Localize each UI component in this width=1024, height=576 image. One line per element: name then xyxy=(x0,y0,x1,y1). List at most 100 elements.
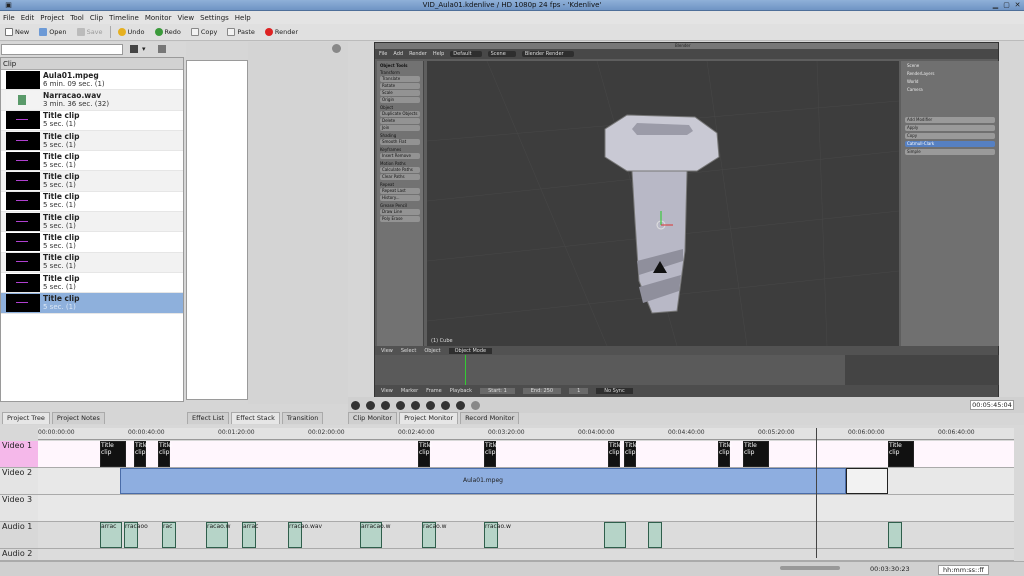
blender-modifier-button[interactable]: Add Modifier xyxy=(905,117,995,123)
zone-start-icon[interactable] xyxy=(441,400,450,410)
blender-tool-button[interactable]: Origin xyxy=(380,97,420,103)
timeline-ruler[interactable]: 00:00:00:00 00:00:40:00 00:01:20:00 00:02:0… xyxy=(38,428,1014,440)
blender-menu-file[interactable]: File xyxy=(379,51,387,57)
track-lane[interactable]: Aula01.mpeg xyxy=(38,468,1014,495)
blender-timeline[interactable] xyxy=(375,355,999,385)
track-header[interactable]: Audio 1 xyxy=(0,522,38,549)
title-clip[interactable]: Title clip xyxy=(624,441,638,467)
blender-scene-select[interactable]: Scene xyxy=(487,51,516,57)
bl-view-menu[interactable]: View xyxy=(381,348,393,354)
track-header[interactable]: Video 3 xyxy=(0,495,38,522)
redo-button[interactable]: Redo xyxy=(150,25,186,39)
bl-tl-start[interactable]: Start: 1 xyxy=(480,388,515,394)
blender-modifier-button[interactable]: Simple xyxy=(905,149,995,155)
tab-record-monitor[interactable]: Record Monitor xyxy=(460,412,520,424)
title-clip[interactable]: Title clip xyxy=(158,441,172,467)
blender-outliner-item[interactable]: Camera xyxy=(905,87,995,93)
save-button[interactable]: Save xyxy=(72,25,108,39)
forward-icon[interactable] xyxy=(426,400,435,410)
blender-tool-button[interactable]: Insert Remove xyxy=(380,153,420,159)
menu-help[interactable]: Help xyxy=(232,14,254,22)
blender-menu-add[interactable]: Add xyxy=(393,51,403,57)
monitor-timecode[interactable]: 00:05:45:04 xyxy=(970,400,1014,410)
bin-clip-row[interactable]: Title clip 5 sec. (1) xyxy=(1,252,183,273)
track-lane[interactable] xyxy=(38,549,1014,561)
bl-tl-current[interactable]: 1 xyxy=(569,388,589,394)
menu-edit[interactable]: Edit xyxy=(18,14,38,22)
previous-frame-icon[interactable] xyxy=(366,400,375,410)
audio-clip[interactable]: rracaoo xyxy=(124,522,148,548)
audio-clip[interactable]: racao.w xyxy=(422,522,447,548)
title-clip[interactable]: Title clip xyxy=(134,441,148,467)
audio-clip[interactable]: rac xyxy=(162,522,176,548)
blender-tool-button[interactable]: Smooth Flat xyxy=(380,139,420,145)
copy-button[interactable]: Copy xyxy=(186,25,223,39)
menu-clip[interactable]: Clip xyxy=(87,14,106,22)
new-button[interactable]: New xyxy=(0,25,34,39)
maximize-icon[interactable]: ▢ xyxy=(1002,1,1011,9)
bl-tl-sync[interactable]: No Sync xyxy=(596,388,633,394)
blender-layout-select[interactable]: Default xyxy=(450,51,482,57)
blender-tool-button[interactable]: Translate xyxy=(380,76,420,82)
audio-clip[interactable] xyxy=(648,522,662,548)
add-clip-icon[interactable] xyxy=(130,45,138,53)
undo-button[interactable]: Undo xyxy=(113,25,150,39)
bl-tl-view[interactable]: View xyxy=(381,388,393,394)
audio-clip[interactable]: rracao.wav xyxy=(288,522,322,548)
title-clip[interactable]: Title clip xyxy=(418,441,432,467)
paste-button[interactable]: Paste xyxy=(222,25,260,39)
app-menu-icon[interactable]: ▣ xyxy=(4,1,13,9)
minimize-icon[interactable]: ▁ xyxy=(991,1,1000,9)
track-lane[interactable]: Title clip Title clip Title clip Title clip… xyxy=(38,441,1014,468)
title-clip[interactable]: Title clip xyxy=(608,441,622,467)
bl-mode-select[interactable]: Object Mode xyxy=(448,347,493,354)
render-button[interactable]: Render xyxy=(260,25,303,39)
bin-clip-row[interactable]: Narracao.wav 3 min. 36 sec. (32) xyxy=(1,90,183,111)
audio-clip[interactable]: arracao.w xyxy=(360,522,391,548)
menu-timeline[interactable]: Timeline xyxy=(106,14,142,22)
open-button[interactable]: Open xyxy=(34,25,71,39)
bin-clip-row[interactable]: Aula01.mpeg 6 min. 09 sec. (1) xyxy=(1,70,183,91)
bin-clip-row[interactable]: Title clip 5 sec. (1) xyxy=(1,171,183,192)
title-clip[interactable]: Title clip xyxy=(484,441,498,467)
next-frame-icon[interactable] xyxy=(411,400,420,410)
bin-clip-row[interactable]: Title clip 5 sec. (1) xyxy=(1,151,183,172)
blender-tool-button[interactable]: Draw Line xyxy=(380,209,420,215)
zone-end-icon[interactable] xyxy=(456,400,465,410)
project-monitor-screen[interactable]: Blender File Add Render Help Default Sce… xyxy=(374,42,999,397)
bl-select-menu[interactable]: Select xyxy=(401,348,416,354)
blender-3d-viewport[interactable]: (1) Cube xyxy=(426,60,900,347)
title-clip[interactable]: Title clip xyxy=(888,441,914,467)
blender-tool-button[interactable]: Rotate xyxy=(380,83,420,89)
title-clip[interactable]: Title clip xyxy=(100,441,126,467)
blender-tool-button[interactable]: Duplicate Objects xyxy=(380,111,420,117)
track-header[interactable]: Audio 2 xyxy=(0,549,38,561)
time-format-select[interactable]: hh:mm:ss::ff xyxy=(938,565,989,575)
bin-clip-row[interactable]: Title clip 5 sec. (1) xyxy=(1,232,183,253)
zoom-slider[interactable] xyxy=(780,566,840,570)
bin-column-header[interactable]: Clip xyxy=(1,58,183,70)
bin-clip-row[interactable]: Title clip 5 sec. (1) xyxy=(1,212,183,233)
track-header[interactable]: Video 2 xyxy=(0,468,38,495)
close-icon[interactable]: ✕ xyxy=(1013,1,1022,9)
info-icon[interactable] xyxy=(332,44,341,53)
blender-tool-button[interactable]: Join xyxy=(380,125,420,131)
blender-modifier-button[interactable]: Catmull-Clark xyxy=(905,141,995,147)
audio-clip[interactable] xyxy=(604,522,626,548)
menu-view[interactable]: View xyxy=(174,14,197,22)
blender-menu-render[interactable]: Render xyxy=(409,51,427,57)
blender-tool-button[interactable]: Calculate Paths xyxy=(380,167,420,173)
audio-clip[interactable]: rracao.w xyxy=(484,522,511,548)
blender-tool-button[interactable]: Clear Paths xyxy=(380,174,420,180)
menu-settings[interactable]: Settings xyxy=(197,14,232,22)
edit-clip-icon[interactable] xyxy=(158,45,166,53)
bin-clip-row[interactable]: Title clip 5 sec. (1) xyxy=(1,130,183,152)
tab-clip-monitor[interactable]: Clip Monitor xyxy=(348,412,398,424)
video-clip[interactable]: Aula01.mpeg xyxy=(120,468,846,494)
chevron-down-icon[interactable]: ▾ xyxy=(142,45,146,53)
timeline-playhead[interactable] xyxy=(816,428,817,558)
menu-monitor[interactable]: Monitor xyxy=(142,14,175,22)
track-lane[interactable]: arrac rracaoo rac racao.w arrac rracao.wav arr… xyxy=(38,522,1014,549)
blender-modifier-button[interactable]: Apply xyxy=(905,125,995,131)
track-header[interactable]: Video 1 xyxy=(0,441,38,468)
